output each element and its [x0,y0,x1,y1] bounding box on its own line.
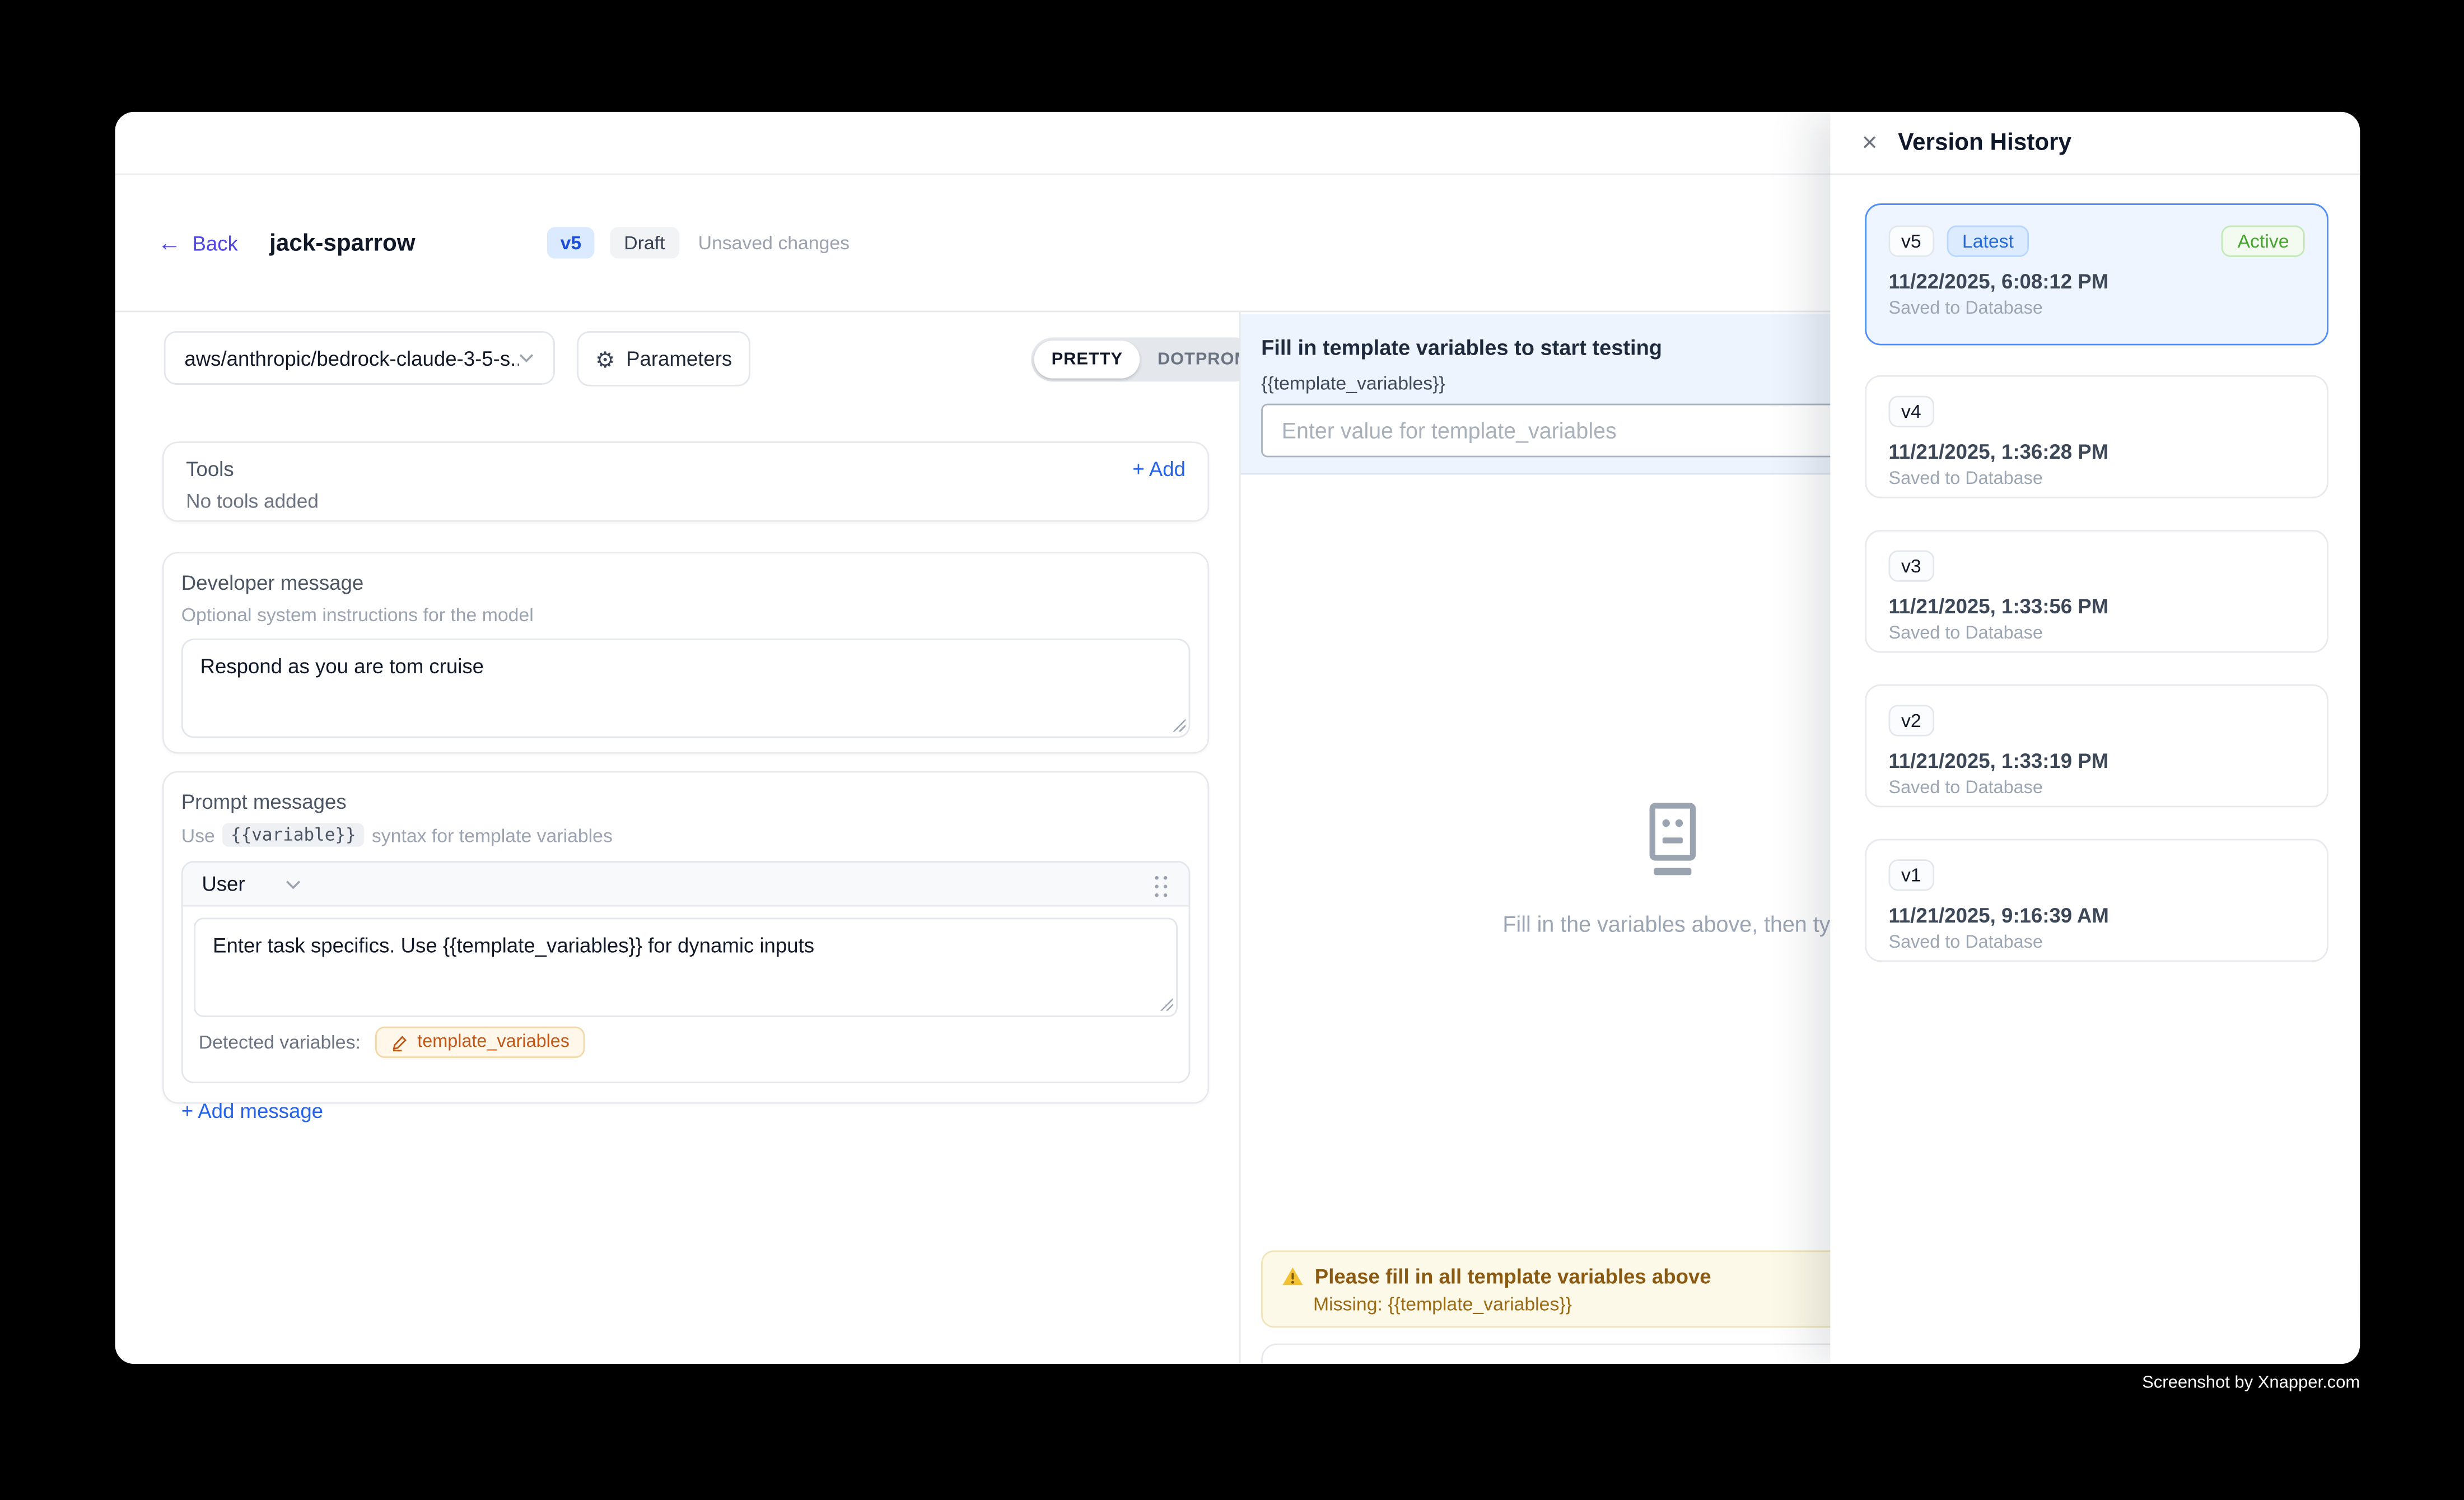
screenshot-stage: ← Back jack-sparrow v5 Draft Unsaved cha… [0,0,2464,1499]
parameters-label: Parameters [626,347,732,370]
toggle-pretty[interactable]: PRETTY [1034,341,1140,379]
page-title: jack-sparrow [269,230,416,257]
version-saved-label: Saved to Database [1888,625,2304,644]
chevron-down-icon [286,879,302,888]
version-number-badge: v5 [1888,226,1934,257]
detected-variables-row: Detected variables: template_variables [194,1017,1178,1071]
developer-message-card: Developer message Optional system instru… [162,552,1209,753]
resize-grip-icon[interactable] [1159,996,1173,1010]
version-list: v5 Latest Active 11/22/2025, 6:08:12 PM … [1830,175,2360,962]
parameters-button[interactable]: ⚙ Parameters [577,331,750,386]
version-timestamp: 11/21/2025, 1:33:19 PM [1888,749,2304,772]
detected-variables-label: Detected variables: [199,1031,361,1053]
version-saved-label: Saved to Database [1888,470,2304,489]
variable-syntax-chip: {{variable}} [223,823,364,846]
active-badge: Active [2222,226,2304,257]
message-content-input[interactable]: Enter task specifics. Use {{template_var… [194,917,1178,1017]
tools-card: Tools + Add No tools added [162,441,1209,522]
version-card-v2[interactable]: v2 11/21/2025, 1:33:19 PM Saved to Datab… [1865,684,2328,808]
warning-title: Please fill in all template variables ab… [1315,1265,1711,1288]
unsaved-changes-label: Unsaved changes [698,232,850,254]
version-card-v4[interactable]: v4 11/21/2025, 1:36:28 PM Saved to Datab… [1865,375,2328,499]
version-card-v5[interactable]: v5 Latest Active 11/22/2025, 6:08:12 PM … [1865,203,2328,345]
model-select-value: aws/anthropic/bedrock-claude-3-5-s... [184,346,519,370]
add-tool-button[interactable]: + Add [1132,457,1186,481]
back-label: Back [192,231,237,254]
template-variable-chip-label: template_variables [417,1033,570,1052]
screenshot-watermark: Screenshot by Xnapper.com [2142,1373,2360,1392]
add-message-button[interactable]: + Add message [181,1099,323,1122]
template-variable-chip[interactable]: template_variables [375,1027,585,1058]
version-history-header: × Version History [1830,112,2360,175]
message-role-header[interactable]: User [183,863,1189,907]
prompt-messages-card: Prompt messages Use {{variable}} syntax … [162,771,1209,1104]
version-history-title: Version History [1898,129,2071,156]
chevron-down-icon [519,353,534,363]
version-saved-label: Saved to Database [1888,779,2304,798]
developer-message-input[interactable]: Respond as you are tom cruise [181,639,1191,738]
developer-message-subtitle: Optional system instructions for the mod… [181,604,1191,626]
back-arrow-icon: ← [158,231,181,254]
editor-toolbar: aws/anthropic/bedrock-claude-3-5-s... ⚙ … [164,331,1239,386]
version-number-badge: v1 [1888,859,1934,891]
version-number-badge: v3 [1888,550,1934,581]
version-card-v3[interactable]: v3 11/21/2025, 1:33:56 PM Saved to Datab… [1865,530,2328,653]
pencil-icon [390,1033,408,1051]
subtitle-suffix: syntax for template variables [372,824,613,846]
developer-message-title: Developer message [181,571,1191,594]
model-select[interactable]: aws/anthropic/bedrock-claude-3-5-s... [164,331,555,385]
format-toggle: PRETTY DOTPROMPT [1031,337,1257,381]
version-saved-label: Saved to Database [1888,300,2304,319]
version-timestamp: 11/21/2025, 1:36:28 PM [1888,440,2304,463]
prompt-messages-title: Prompt messages [181,790,1191,813]
latest-badge: Latest [1947,226,2029,257]
prompt-messages-subtitle: Use {{variable}} syntax for template var… [181,823,1191,846]
version-history-drawer: × Version History v5 Latest Active 11/22… [1830,112,2360,1364]
version-timestamp: 11/22/2025, 6:08:12 PM [1888,269,2304,293]
gear-icon: ⚙ [595,348,615,370]
close-icon[interactable]: × [1862,129,1878,156]
back-button[interactable]: ← Back [158,231,238,254]
version-badge: v5 [548,227,594,258]
draft-badge: Draft [610,227,679,258]
message-block: User Enter task specifics. Use {{templat… [181,861,1191,1083]
subtitle-prefix: Use [181,824,215,846]
drag-handle-icon[interactable] [1152,871,1170,896]
robot-face-icon [1638,801,1707,880]
version-timestamp: 11/21/2025, 9:16:39 AM [1888,903,2304,927]
version-card-v1[interactable]: v1 11/21/2025, 9:16:39 AM Saved to Datab… [1865,839,2328,962]
version-saved-label: Saved to Database [1888,934,2304,953]
app-window: ← Back jack-sparrow v5 Draft Unsaved cha… [115,112,2360,1364]
warning-icon [1282,1266,1304,1287]
role-label: User [202,872,245,896]
tools-title: Tools [186,457,234,481]
resize-grip-icon[interactable] [1172,718,1186,732]
version-number-badge: v2 [1888,705,1934,736]
version-number-badge: v4 [1888,396,1934,427]
version-timestamp: 11/21/2025, 1:33:56 PM [1888,594,2304,618]
tools-empty-text: No tools added [186,490,1186,512]
